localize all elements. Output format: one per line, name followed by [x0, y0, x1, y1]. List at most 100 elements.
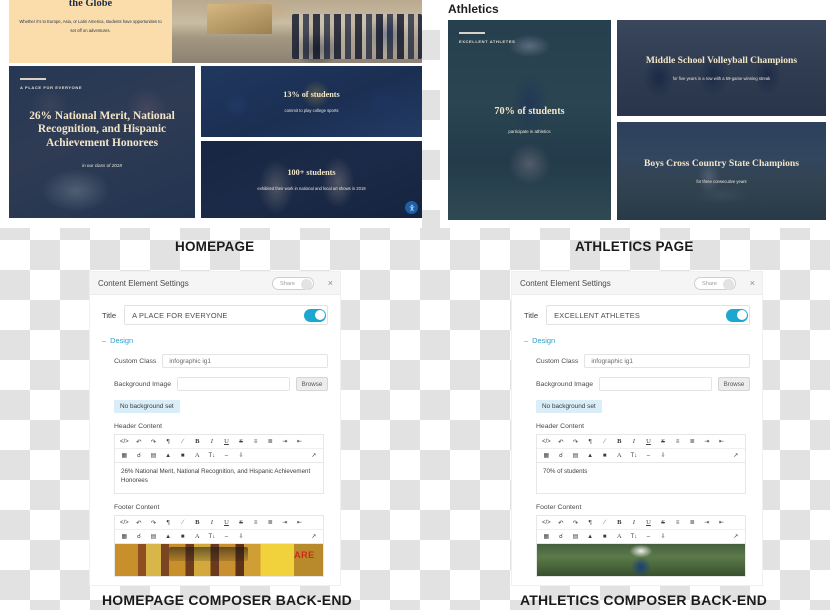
table-icon[interactable]: ▤ [568, 530, 583, 544]
redo-icon[interactable]: ↷ [568, 516, 583, 530]
format-clear-icon[interactable]: ∕ [597, 435, 612, 449]
title-visibility-toggle[interactable] [726, 308, 748, 322]
font-size-icon[interactable]: T↓ [627, 449, 642, 463]
background-image-input[interactable] [599, 377, 712, 391]
image-icon[interactable]: ▦ [117, 449, 132, 463]
ordered-list-icon[interactable]: ≣ [685, 435, 700, 449]
ordered-list-icon[interactable]: ≣ [685, 516, 700, 530]
footer-content-image[interactable] [115, 544, 323, 576]
highlight-icon[interactable]: ■ [597, 449, 612, 463]
background-image-input[interactable] [177, 377, 290, 391]
font-size-icon[interactable]: T↓ [627, 530, 642, 544]
underline-icon[interactable]: U [219, 435, 234, 449]
indent-icon[interactable]: ⇥ [278, 435, 293, 449]
redo-icon[interactable]: ↷ [146, 516, 161, 530]
paragraph-icon[interactable]: ¶ [583, 435, 598, 449]
fullscreen-icon[interactable]: ↗ [306, 530, 321, 544]
title-input[interactable]: A PLACE FOR EVERYONE [124, 305, 328, 325]
highlight-icon[interactable]: ■ [175, 449, 190, 463]
text-color-icon[interactable]: ▲ [161, 449, 176, 463]
browse-button[interactable]: Browse [296, 377, 328, 391]
undo-icon[interactable]: ↶ [554, 435, 569, 449]
font-size-icon[interactable]: T↓ [205, 449, 220, 463]
highlight-icon[interactable]: ■ [175, 530, 190, 544]
strikethrough-icon[interactable]: S [656, 435, 671, 449]
outdent-icon[interactable]: ⇤ [714, 516, 729, 530]
image-icon[interactable]: ▦ [539, 530, 554, 544]
header-content-text[interactable]: 70% of students [537, 463, 745, 493]
title-input[interactable]: EXCELLENT ATHLETES [546, 305, 750, 325]
horizontal-rule-icon[interactable]: – [219, 530, 234, 544]
align-icon[interactable]: ⇩ [234, 530, 249, 544]
italic-icon[interactable]: I [205, 435, 220, 449]
horizontal-rule-icon[interactable]: – [641, 530, 656, 544]
close-icon[interactable]: × [328, 277, 333, 289]
code-icon[interactable]: </> [539, 516, 554, 530]
redo-icon[interactable]: ↷ [146, 435, 161, 449]
indent-icon[interactable]: ⇥ [278, 516, 293, 530]
browse-button[interactable]: Browse [718, 377, 750, 391]
table-icon[interactable]: ▤ [568, 449, 583, 463]
text-color-icon[interactable]: ▲ [583, 449, 598, 463]
code-icon[interactable]: </> [117, 516, 132, 530]
align-icon[interactable]: ⇩ [234, 449, 249, 463]
align-icon[interactable]: ⇩ [656, 449, 671, 463]
footer-content-editor[interactable]: </> ↶ ↷ ¶ ∕ B I U S ≡ ≣ ⇥ ⇤ ▦ ☌ ▤ ▲ ■ A … [114, 515, 324, 577]
infographic-card-volleyball[interactable]: Middle School Volleyball Champions for f… [617, 20, 826, 116]
format-clear-icon[interactable]: ∕ [175, 516, 190, 530]
image-icon[interactable]: ▦ [539, 449, 554, 463]
custom-class-input[interactable]: infographic ig1 [584, 354, 750, 368]
infographic-card-cross-country[interactable]: Boys Cross Country State Champions for t… [617, 122, 826, 220]
outdent-icon[interactable]: ⇤ [292, 516, 307, 530]
infographic-card-athletes[interactable]: EXCELLENT ATHLETES 70% of students parti… [448, 20, 611, 220]
underline-icon[interactable]: U [641, 435, 656, 449]
outdent-icon[interactable]: ⇤ [292, 435, 307, 449]
font-size-icon[interactable]: T↓ [205, 530, 220, 544]
indent-icon[interactable]: ⇥ [700, 435, 715, 449]
text-color-icon[interactable]: ▲ [583, 530, 598, 544]
format-clear-icon[interactable]: ∕ [597, 516, 612, 530]
italic-icon[interactable]: I [627, 435, 642, 449]
horizontal-rule-icon[interactable]: – [641, 449, 656, 463]
fullscreen-icon[interactable]: ↗ [728, 530, 743, 544]
undo-icon[interactable]: ↶ [132, 516, 147, 530]
text-color-icon[interactable]: ▲ [161, 530, 176, 544]
font-family-icon[interactable]: A [190, 530, 205, 544]
bold-icon[interactable]: B [190, 516, 205, 530]
align-icon[interactable]: ⇩ [656, 530, 671, 544]
infographic-card-merit[interactable]: A PLACE FOR EVERYONE 26% National Merit,… [9, 66, 195, 218]
header-content-text[interactable]: 26% National Merit, National Recognition… [115, 463, 323, 493]
ordered-list-icon[interactable]: ≣ [263, 435, 278, 449]
font-family-icon[interactable]: A [612, 449, 627, 463]
underline-icon[interactable]: U [219, 516, 234, 530]
code-icon[interactable]: </> [539, 435, 554, 449]
share-toggle[interactable]: Share [694, 277, 736, 290]
link-icon[interactable]: ☌ [554, 449, 569, 463]
fullscreen-icon[interactable]: ↗ [728, 449, 743, 463]
unordered-list-icon[interactable]: ≡ [248, 516, 263, 530]
accessibility-badge-icon[interactable] [405, 201, 418, 214]
unordered-list-icon[interactable]: ≡ [670, 516, 685, 530]
bold-icon[interactable]: B [612, 516, 627, 530]
strikethrough-icon[interactable]: S [234, 435, 249, 449]
bold-icon[interactable]: B [190, 435, 205, 449]
share-toggle[interactable]: Share [272, 277, 314, 290]
format-clear-icon[interactable]: ∕ [175, 435, 190, 449]
italic-icon[interactable]: I [205, 516, 220, 530]
outdent-icon[interactable]: ⇤ [714, 435, 729, 449]
font-family-icon[interactable]: A [612, 530, 627, 544]
highlight-icon[interactable]: ■ [597, 530, 612, 544]
infographic-card-art-shows[interactable]: 100+ students exhibited their work in na… [201, 141, 422, 218]
title-visibility-toggle[interactable] [304, 308, 326, 322]
paragraph-icon[interactable]: ¶ [161, 516, 176, 530]
undo-icon[interactable]: ↶ [554, 516, 569, 530]
footer-content-editor[interactable]: </> ↶ ↷ ¶ ∕ B I U S ≡ ≣ ⇥ ⇤ ▦ ☌ ▤ ▲ ■ A … [536, 515, 746, 577]
link-icon[interactable]: ☌ [554, 530, 569, 544]
ordered-list-icon[interactable]: ≣ [263, 516, 278, 530]
undo-icon[interactable]: ↶ [132, 435, 147, 449]
strikethrough-icon[interactable]: S [656, 516, 671, 530]
image-icon[interactable]: ▦ [117, 530, 132, 544]
underline-icon[interactable]: U [641, 516, 656, 530]
unordered-list-icon[interactable]: ≡ [670, 435, 685, 449]
bold-icon[interactable]: B [612, 435, 627, 449]
